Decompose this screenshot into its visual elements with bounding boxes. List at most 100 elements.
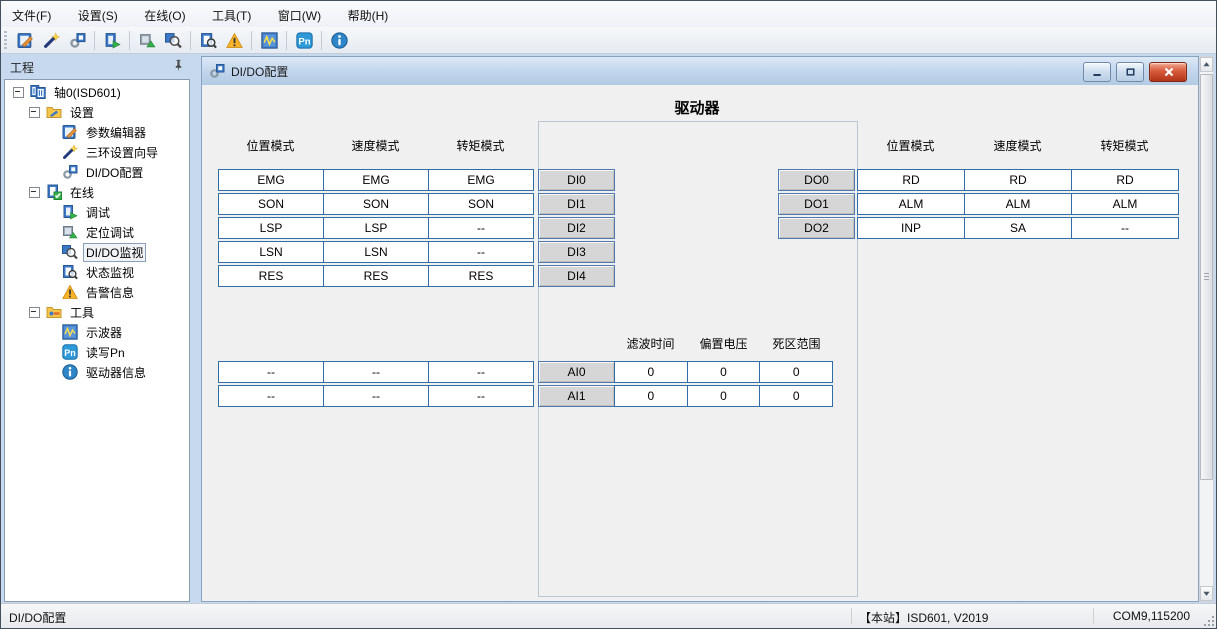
di-cell[interactable]: LSN: [219, 242, 323, 262]
scroll-down-button[interactable]: [1200, 586, 1213, 601]
di-cell[interactable]: EMG: [323, 170, 428, 190]
warning-icon: [226, 32, 243, 49]
ai-mode-cell[interactable]: --: [428, 386, 533, 406]
do-cell[interactable]: ALM: [858, 194, 964, 214]
ai-mode-cell[interactable]: --: [323, 386, 428, 406]
do-cell[interactable]: RD: [1071, 170, 1178, 190]
do-cell[interactable]: ALM: [1071, 194, 1178, 214]
sidebar-item-alarm-info[interactable]: 告警信息: [5, 282, 189, 302]
sidebar-item-dido-config[interactable]: DI/DO配置: [5, 162, 189, 182]
debug-button[interactable]: [100, 28, 124, 52]
toolbar-separator: [286, 31, 287, 50]
toolbar-separator: [190, 31, 191, 50]
di-cell[interactable]: LSP: [219, 218, 323, 238]
sidebar-item-positioning-debug[interactable]: 定位调试: [5, 222, 189, 242]
menu-tools[interactable]: 工具(T): [201, 1, 262, 27]
scroll-up-button[interactable]: [1200, 57, 1213, 72]
dido-monitor-button[interactable]: [161, 28, 185, 52]
collapse-icon[interactable]: [29, 307, 40, 318]
do-cell[interactable]: INP: [858, 218, 964, 238]
di-cell[interactable]: LSP: [323, 218, 428, 238]
toolbar: Pn: [1, 27, 1216, 54]
ai-value-cell[interactable]: 0: [687, 386, 760, 406]
scrollbar-thumb[interactable]: [1200, 74, 1213, 480]
resize-grip[interactable]: [1202, 614, 1214, 626]
tools-folder-icon: [46, 304, 62, 320]
sidebar-item-oscilloscope[interactable]: 示波器: [5, 322, 189, 342]
menu-settings[interactable]: 设置(S): [67, 1, 129, 27]
di-cell[interactable]: RES: [219, 266, 323, 286]
di-cell[interactable]: LSN: [323, 242, 428, 262]
info-button[interactable]: [327, 28, 351, 52]
sidebar-item-debug[interactable]: 调试: [5, 202, 189, 222]
ai-value-cell[interactable]: 0: [615, 362, 687, 382]
dido-monitor-icon: [62, 244, 78, 260]
di-cell[interactable]: SON: [323, 194, 428, 214]
do-cell[interactable]: RD: [858, 170, 964, 190]
positioning-debug-button[interactable]: [135, 28, 159, 52]
collapse-icon[interactable]: [29, 187, 40, 198]
pn-button[interactable]: Pn: [292, 28, 316, 52]
di-cell[interactable]: RES: [323, 266, 428, 286]
warning-icon: [62, 284, 78, 300]
di-cell[interactable]: EMG: [219, 170, 323, 190]
sidebar-item-read-write-pn[interactable]: Pn读写Pn: [5, 342, 189, 362]
pin-icon[interactable]: [172, 59, 185, 72]
sidebar-item-settings[interactable]: 设置: [5, 102, 189, 122]
positioning-debug-icon: [62, 224, 78, 240]
di-cell[interactable]: RES: [428, 266, 533, 286]
ai-mode-cell[interactable]: --: [219, 386, 323, 406]
close-button[interactable]: [1149, 62, 1187, 82]
pn-icon: Pn: [296, 32, 313, 49]
sidebar-item-axis0[interactable]: 轴0(ISD601): [5, 82, 189, 102]
do-cell[interactable]: ALM: [964, 194, 1071, 214]
vertical-scrollbar[interactable]: [1199, 56, 1214, 602]
menu-help[interactable]: 帮助(H): [337, 1, 400, 27]
sidebar-item-dido-monitor[interactable]: DI/DO监视: [5, 242, 189, 262]
collapse-icon[interactable]: [13, 87, 24, 98]
ai-value-cell[interactable]: 0: [759, 386, 832, 406]
sidebar-item-status-monitor[interactable]: 状态监视: [5, 262, 189, 282]
menu-window[interactable]: 窗口(W): [267, 1, 332, 27]
ai-value-cell[interactable]: 0: [759, 362, 832, 382]
sidebar-item-online[interactable]: 在线: [5, 182, 189, 202]
di-header-position-mode: 位置模式: [218, 137, 323, 154]
di-cell[interactable]: --: [428, 218, 533, 238]
menu-online[interactable]: 在线(O): [133, 1, 196, 27]
wizard-button[interactable]: [39, 28, 63, 52]
settings-folder-icon: [46, 104, 62, 120]
ai-value-cell[interactable]: 0: [687, 362, 760, 382]
ai-mode-cell[interactable]: --: [323, 362, 428, 382]
di-cell[interactable]: SON: [219, 194, 323, 214]
ai-mode-cell[interactable]: --: [428, 362, 533, 382]
restore-button[interactable]: [1116, 62, 1144, 82]
sidebar-item-tools[interactable]: 工具: [5, 302, 189, 322]
do-row: INP SA --: [857, 217, 1179, 239]
sidebar-item-wizard[interactable]: 三环设置向导: [5, 142, 189, 162]
minimize-button[interactable]: [1083, 62, 1111, 82]
ai-value-cell[interactable]: 0: [615, 386, 687, 406]
collapse-icon[interactable]: [29, 107, 40, 118]
restore-icon: [1124, 65, 1137, 79]
param-editor-button[interactable]: [13, 28, 37, 52]
do-cell[interactable]: RD: [964, 170, 1071, 190]
di-port-label: DI1: [538, 193, 615, 215]
sidebar-item-param-editor[interactable]: 参数编辑器: [5, 122, 189, 142]
close-icon: [1162, 65, 1176, 79]
di-cell[interactable]: EMG: [428, 170, 533, 190]
ai-mode-cell[interactable]: --: [219, 362, 323, 382]
oscilloscope-button[interactable]: [257, 28, 281, 52]
pn-icon: Pn: [62, 344, 78, 360]
do-cell[interactable]: SA: [964, 218, 1071, 238]
ai-header-filter-time: 滤波时间: [614, 335, 687, 352]
di-cell[interactable]: SON: [428, 194, 533, 214]
dido-config-button[interactable]: [65, 28, 89, 52]
status-monitor-button[interactable]: [196, 28, 220, 52]
sidebar-item-driver-info[interactable]: 驱动器信息: [5, 362, 189, 382]
do-cell[interactable]: --: [1071, 218, 1178, 238]
oscilloscope-icon: [261, 32, 278, 49]
toolbar-separator: [321, 31, 322, 50]
di-cell[interactable]: --: [428, 242, 533, 262]
menu-file[interactable]: 文件(F): [1, 1, 62, 27]
warning-button[interactable]: [222, 28, 246, 52]
